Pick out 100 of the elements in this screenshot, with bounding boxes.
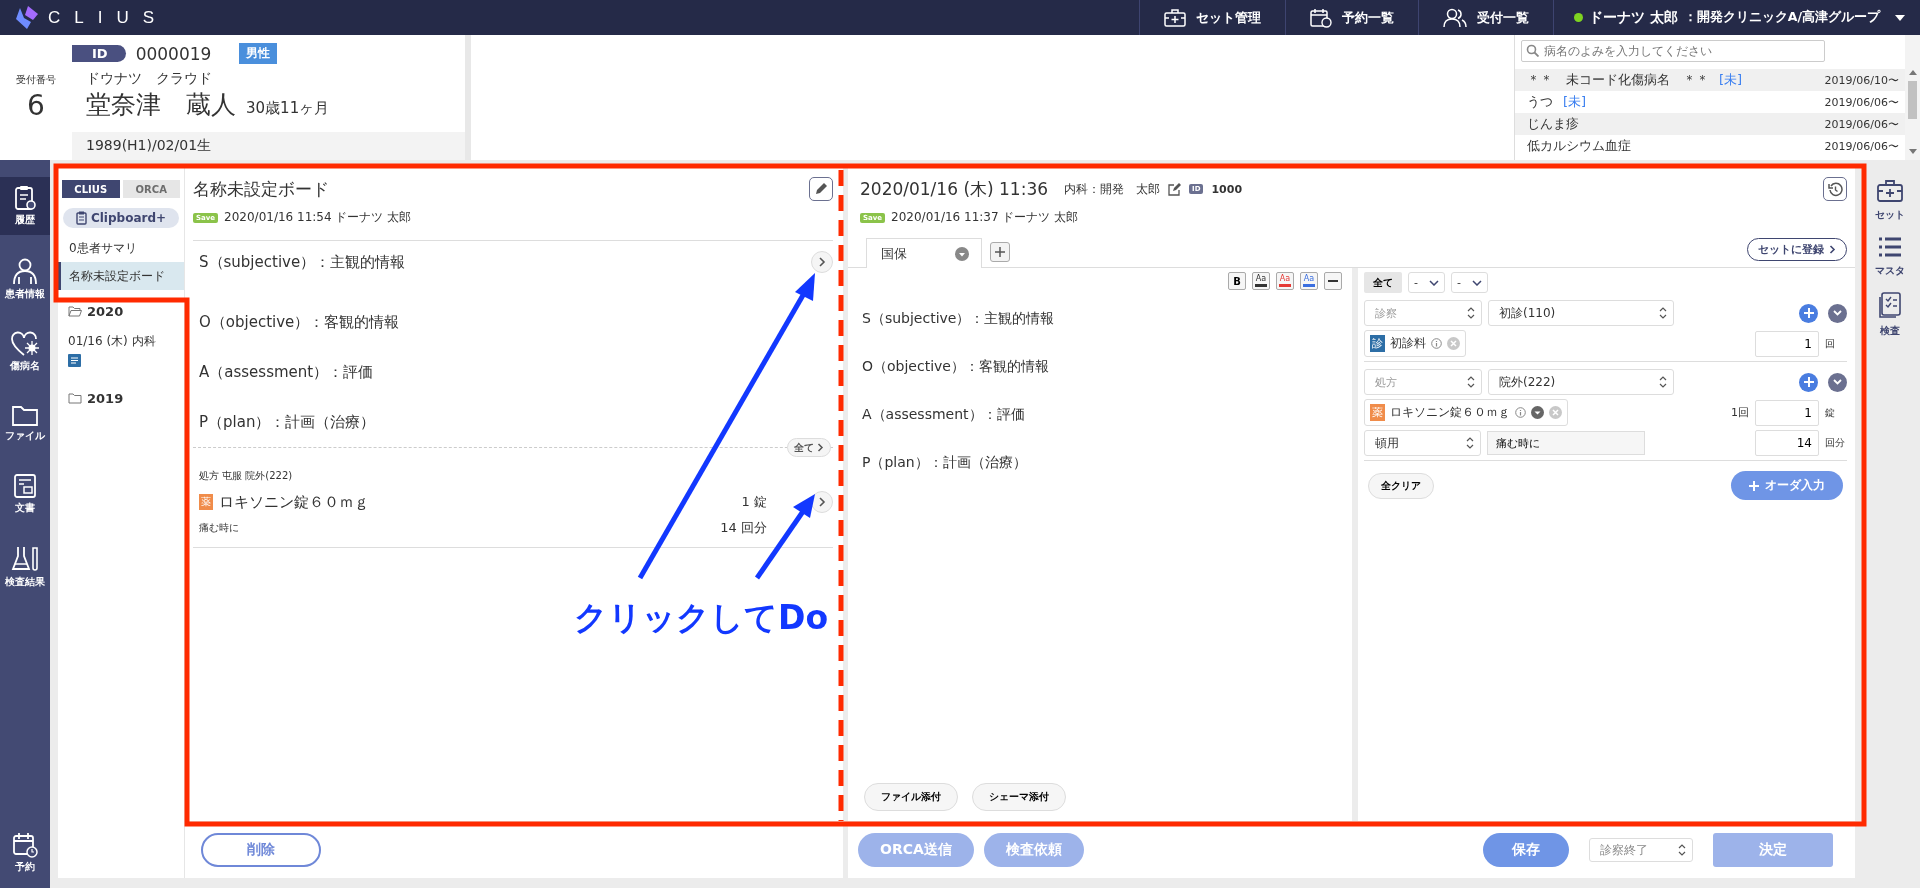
chevron-down-icon <box>1472 279 1482 286</box>
patient-age: 30歳11ヶ月 <box>246 99 330 118</box>
year-folder[interactable]: 2019 <box>58 377 184 412</box>
soap-heading: O（objective）：客観的情報 <box>199 312 400 332</box>
disease-row[interactable]: うつ [未] 2019/06/06〜 <box>1515 91 1905 113</box>
delete-button[interactable]: 削除 <box>201 833 321 867</box>
chevron-icon <box>818 497 826 507</box>
days-field[interactable]: 14 <box>1755 430 1819 456</box>
logo-text: CLIUS <box>48 7 169 28</box>
source-tab[interactable]: CLIUS <box>62 180 120 198</box>
plus-icon <box>1803 377 1814 387</box>
sidebar-item[interactable]: 患者情報 <box>0 249 50 309</box>
person-icon <box>11 257 39 285</box>
collapse-button[interactable] <box>1828 303 1847 323</box>
clipboard-icon <box>75 211 87 225</box>
visit-date: 2020/01/16 (木) 11:36 <box>860 177 1049 201</box>
sidebar-item[interactable]: ファイル <box>0 395 50 451</box>
up-down-arrows-icon <box>1465 437 1474 449</box>
expand-button[interactable] <box>811 251 833 273</box>
drug-dose: 1 錠 <box>741 493 767 511</box>
list-icon <box>1877 236 1903 258</box>
annotation-text: クリックしてDo <box>574 597 829 639</box>
clipboard-button[interactable]: Clipboard+ <box>63 208 179 228</box>
disease-name: じんま疹 <box>1527 115 1579 133</box>
edit-icon[interactable] <box>1168 182 1182 196</box>
filter-select[interactable]: - <box>1408 272 1445 293</box>
disease-row[interactable]: ＊＊ 未コード化傷病名 ＊＊ [未] 2019/06/10〜 <box>1515 69 1905 91</box>
attach-button[interactable]: ファイル添付 <box>864 783 958 811</box>
quantity-field[interactable]: 1 <box>1755 330 1819 357</box>
quantity-field[interactable]: 1 <box>1755 399 1819 426</box>
doctor-info: 内科：開発 太郎 <box>1064 180 1161 198</box>
soap-heading: A（assessment）：評価 <box>862 406 1026 424</box>
add-button[interactable] <box>1799 303 1818 323</box>
scrollbar[interactable] <box>1905 35 1920 160</box>
usage-select[interactable]: 頓用 <box>1364 430 1481 456</box>
show-all-button[interactable]: 全て <box>787 438 831 457</box>
expand-button[interactable] <box>811 491 833 513</box>
sidebar-item[interactable]: 文書 <box>0 465 50 523</box>
history-button[interactable] <box>1823 177 1847 201</box>
status-select[interactable]: 診察終了 <box>1589 838 1693 862</box>
board-item[interactable]: 0患者サマリ <box>58 234 184 262</box>
source-tab[interactable]: ORCA <box>122 180 180 198</box>
add-button[interactable] <box>1799 372 1818 392</box>
edit-button[interactable] <box>809 177 833 201</box>
unit-label: 錠 <box>1825 405 1836 420</box>
font-color-button[interactable]: Aa <box>1252 272 1270 290</box>
filter-select[interactable]: - <box>1451 272 1488 293</box>
type-select[interactable]: 初診(110) <box>1488 300 1674 326</box>
clear-all-button[interactable]: 全クリア <box>1368 472 1434 499</box>
sidebar-item[interactable]: 履歴 <box>0 177 50 235</box>
dropdown-icon[interactable] <box>1531 406 1544 419</box>
collapse-button[interactable] <box>1828 372 1847 392</box>
unit-label: 回分 <box>1825 436 1846 450</box>
checklist-icon <box>1878 292 1902 318</box>
drug-name: ロキソニン錠６０ｍｇ <box>219 492 370 512</box>
sidebar-item[interactable]: 検査結果 <box>0 537 50 597</box>
type-select[interactable]: 院外(222) <box>1488 369 1674 395</box>
calendar-icon <box>1309 7 1332 28</box>
comment-field[interactable]: 痛む時に <box>1486 431 1645 455</box>
disease-row[interactable]: じんま疹 2019/06/06〜 <box>1515 113 1905 135</box>
horizontal-rule-button[interactable] <box>1324 272 1342 290</box>
soap-heading: A（assessment）：評価 <box>199 362 374 382</box>
tool-button[interactable]: 検査 <box>1860 292 1920 338</box>
all-filter-button[interactable]: 全て <box>1364 272 1402 293</box>
add-tab-button[interactable] <box>990 242 1010 262</box>
disease-name: うつ <box>1527 93 1553 111</box>
calendar-icon <box>12 832 38 858</box>
attach-button[interactable]: シェーマ添付 <box>972 783 1066 811</box>
search-field[interactable]: 病名のよみを入力してください <box>1521 40 1825 62</box>
board-title: 名称未設定ボード <box>193 177 329 201</box>
line-icon <box>1328 280 1338 282</box>
chevron-down-icon <box>1429 279 1439 286</box>
board-item[interactable]: 名称未設定ボード <box>58 262 184 290</box>
order-item-chip[interactable]: 薬 ロキソニン錠６０ｍｇ <box>1364 399 1568 426</box>
up-down-arrows-icon <box>1467 376 1475 388</box>
insurance-tab[interactable]: 国保 <box>866 238 982 268</box>
plus-icon <box>995 247 1005 257</box>
order-item-chip[interactable]: 診 初診料 <box>1364 330 1466 357</box>
tool-button[interactable]: セット <box>1860 180 1920 222</box>
year-folder[interactable]: 2020 <box>58 290 184 325</box>
tool-button[interactable]: マスタ <box>1860 236 1920 278</box>
history-icon <box>1827 181 1843 197</box>
medicine-icon: 薬 <box>199 494 213 510</box>
sidebar-item[interactable]: 予約 <box>0 824 50 882</box>
chevron-icon <box>1829 245 1836 254</box>
register-set-button[interactable]: セットに登録 <box>1747 238 1847 261</box>
dropdown-icon <box>955 246 969 261</box>
chevron-down-icon <box>1833 310 1842 316</box>
receipt-number: 6 <box>27 89 45 122</box>
visit-entry[interactable]: 01/16 (木) 内科 <box>68 333 156 350</box>
folder-icon <box>11 403 39 427</box>
font-color-button[interactable]: Aa <box>1276 272 1294 290</box>
sidebar-item[interactable]: 傷病名 <box>0 323 50 381</box>
clipboard-icon <box>13 185 37 211</box>
id-badge: ID <box>72 45 126 62</box>
bold-button[interactable]: B <box>1228 272 1246 290</box>
disease-name: ＊＊ 未コード化傷病名 ＊＊ <box>1527 71 1709 89</box>
soap-heading: S（subjective）：主観的情報 <box>862 310 1056 328</box>
disease-row[interactable]: 低カルシウム血症 2019/06/06〜 <box>1515 135 1905 157</box>
font-color-button[interactable]: Aa <box>1300 272 1318 290</box>
